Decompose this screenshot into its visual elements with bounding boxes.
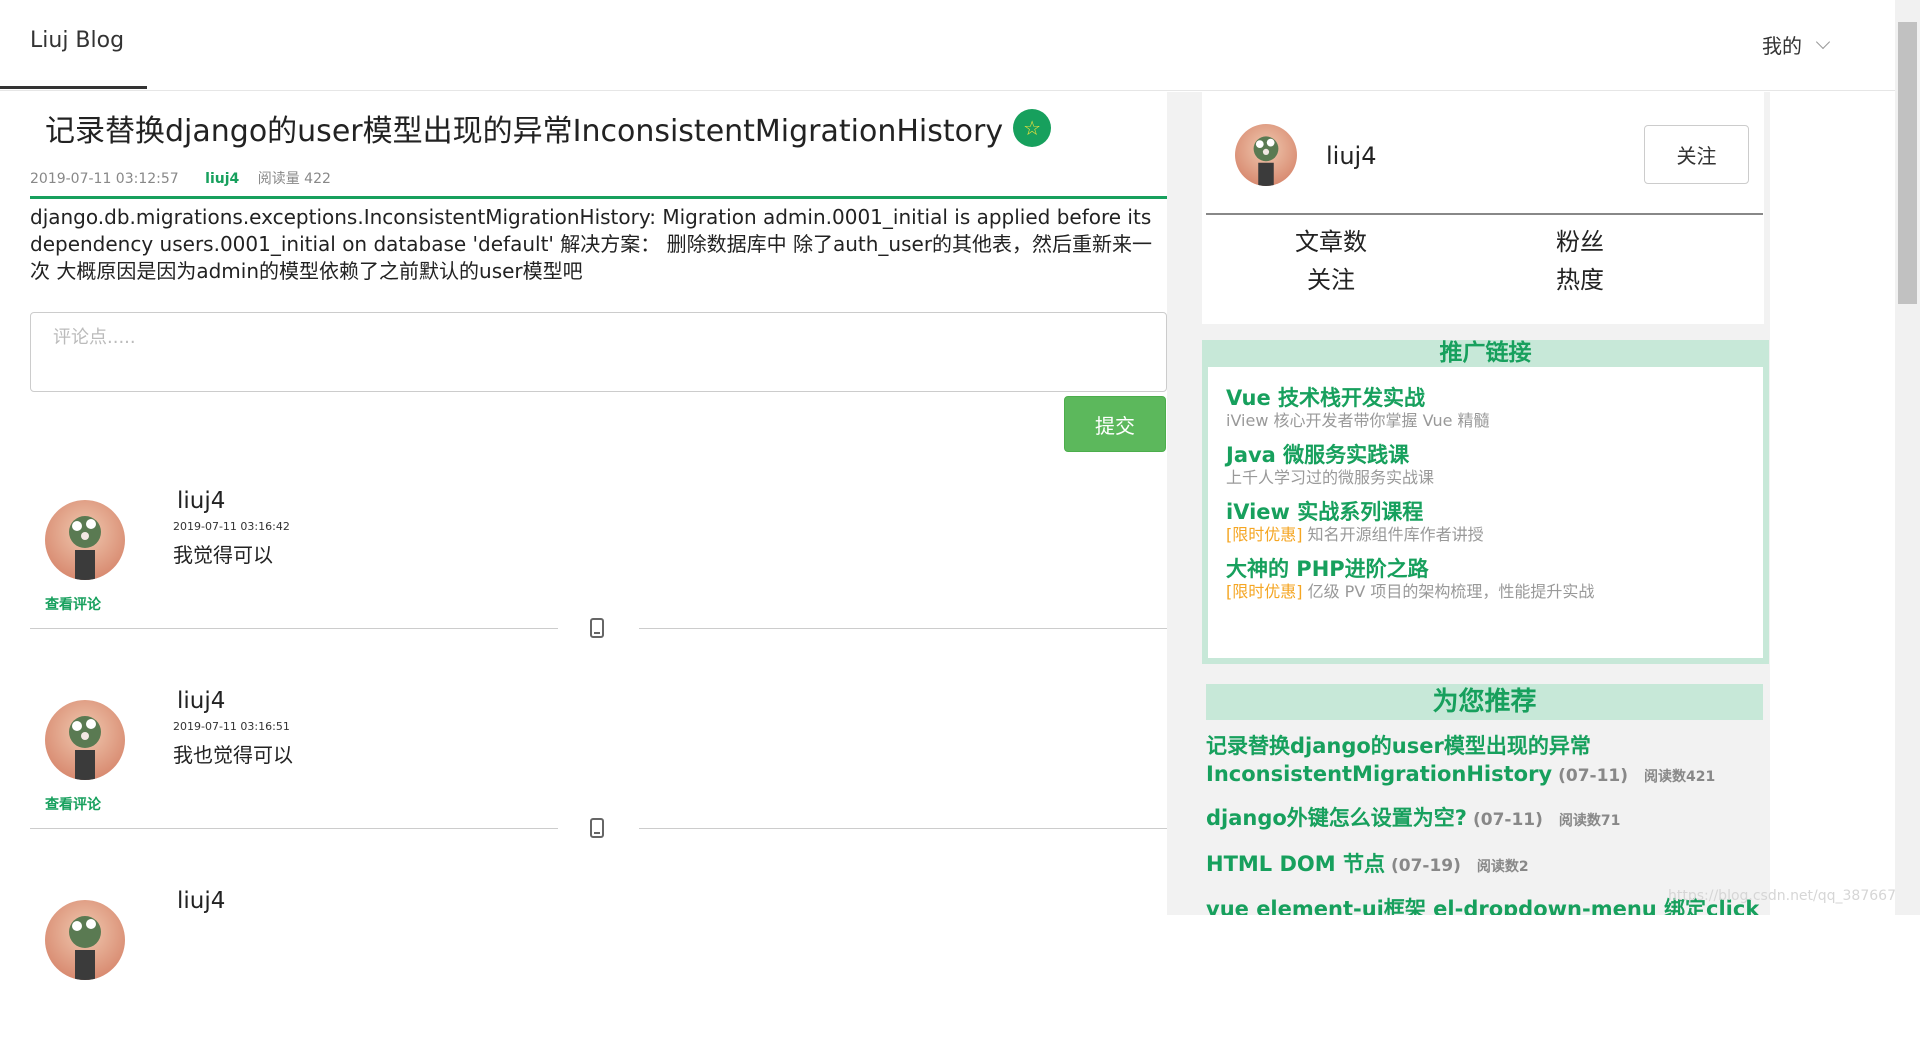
title-divider bbox=[30, 196, 1167, 199]
promo-links-panel: 推广链接 Vue 技术栈开发实战 iView 核心开发者带你掌握 Vue 精髓 … bbox=[1202, 340, 1769, 664]
recommend-reads: 阅读数2 bbox=[1476, 859, 1529, 875]
recommend-title[interactable]: django外键怎么设置为空? bbox=[1206, 806, 1467, 830]
promo-link[interactable]: 大神的 PHP进阶之路 bbox=[1226, 556, 1745, 582]
promo-item: Vue 技术栈开发实战 iView 核心开发者带你掌握 Vue 精髓 bbox=[1226, 385, 1745, 431]
avatar bbox=[45, 500, 125, 580]
promo-tag: [限时优惠] bbox=[1226, 582, 1303, 601]
user-dropdown-label: 我的 bbox=[1762, 34, 1802, 58]
recommend-item[interactable]: HTML DOM 节点 (07-19) 阅读数2 bbox=[1206, 850, 1763, 878]
promo-desc: 上千人学习过的微服务实战课 bbox=[1226, 468, 1435, 487]
active-nav-underline bbox=[0, 86, 147, 89]
recommend-date: (07-11) bbox=[1558, 766, 1629, 786]
avatar bbox=[1235, 124, 1297, 186]
promo-desc: [限时优惠] 亿级 PV 项目的架构梳理，性能提升实战 bbox=[1226, 582, 1595, 601]
divider bbox=[639, 828, 1167, 829]
stat-following: 关注 bbox=[1307, 266, 1355, 294]
user-dropdown[interactable]: 我的 bbox=[1762, 30, 1831, 59]
comment-input[interactable] bbox=[30, 312, 1167, 392]
star-icon[interactable]: ☆ bbox=[1013, 109, 1052, 147]
scrollbar-thumb[interactable] bbox=[1898, 22, 1917, 304]
article-date: 2019-07-11 03:12:57 bbox=[30, 171, 179, 187]
promo-heading: 推广链接 bbox=[1439, 340, 1532, 366]
comment-text: 我也觉得可以 bbox=[173, 743, 293, 767]
divider bbox=[639, 628, 1167, 629]
recommend-title[interactable]: HTML DOM 节点 bbox=[1206, 852, 1385, 876]
promo-tag: [限时优惠] bbox=[1226, 525, 1303, 544]
view-comments-link[interactable]: 查看评论 bbox=[45, 594, 101, 614]
promo-link[interactable]: Java 微服务实践课 bbox=[1226, 442, 1745, 468]
recommend-reads: 阅读数421 bbox=[1644, 769, 1716, 785]
recommend-title[interactable]: 记录替换django的user模型出现的异常InconsistentMigrat… bbox=[1206, 734, 1591, 786]
comment-item: liuj4 2019-07-11 03:16:51 我也觉得可以 查看评论 bbox=[30, 682, 1167, 842]
article-reads: 阅读量 422 bbox=[257, 171, 331, 187]
promo-item: 大神的 PHP进阶之路 [限时优惠] 亿级 PV 项目的架构梳理，性能提升实战 bbox=[1226, 556, 1745, 602]
chevron-down-icon bbox=[1815, 34, 1831, 49]
top-navbar: Liuj Blog 我的 bbox=[0, 0, 1895, 91]
article-content: django.db.migrations.exceptions.Inconsis… bbox=[30, 205, 1153, 283]
divider bbox=[30, 828, 558, 829]
comment-item: liuj4 2019-07-11 03:16:42 我觉得可以 查看评论 bbox=[30, 482, 1167, 642]
stat-popularity: 热度 bbox=[1556, 266, 1604, 294]
recommend-item[interactable]: django外键怎么设置为空? (07-11) 阅读数71 bbox=[1206, 804, 1763, 832]
recommend-item[interactable]: 记录替换django的user模型出现的异常InconsistentMigrat… bbox=[1206, 732, 1763, 788]
divider bbox=[1206, 213, 1763, 215]
comment-author[interactable]: liuj4 bbox=[177, 488, 225, 514]
article-author[interactable]: liuj4 bbox=[205, 171, 239, 187]
comment-author[interactable]: liuj4 bbox=[177, 688, 225, 714]
watermark: https://blog.csdn.net/qq_38766780 bbox=[1668, 888, 1914, 904]
mobile-icon bbox=[590, 618, 604, 638]
promo-item: Java 微服务实践课 上千人学习过的微服务实战课 bbox=[1226, 442, 1745, 488]
submit-comment-button[interactable]: 提交 bbox=[1064, 396, 1166, 452]
comment-time: 2019-07-11 03:16:42 bbox=[173, 520, 290, 533]
avatar bbox=[45, 900, 125, 980]
promo-desc: [限时优惠] 知名开源组件库作者讲授 bbox=[1226, 525, 1484, 544]
promo-list: Vue 技术栈开发实战 iView 核心开发者带你掌握 Vue 精髓 Java … bbox=[1208, 367, 1763, 658]
divider bbox=[30, 628, 558, 629]
promo-desc: iView 核心开发者带你掌握 Vue 精髓 bbox=[1226, 411, 1490, 430]
recommend-date: (07-11) bbox=[1473, 810, 1543, 830]
article-meta: 2019-07-11 03:12:57 liuj4 阅读量 422 bbox=[30, 168, 331, 188]
comment-author[interactable]: liuj4 bbox=[177, 888, 225, 914]
promo-link[interactable]: Vue 技术栈开发实战 bbox=[1226, 385, 1745, 411]
mobile-icon bbox=[590, 818, 604, 838]
stat-articles: 文章数 bbox=[1295, 228, 1367, 256]
comment-time: 2019-07-11 03:16:51 bbox=[173, 720, 290, 733]
article-title-text: 记录替换django的user模型出现的异常InconsistentMigrat… bbox=[45, 114, 1004, 149]
stat-followers: 粉丝 bbox=[1556, 228, 1604, 256]
comment-text: 我觉得可以 bbox=[173, 543, 273, 567]
avatar bbox=[45, 700, 125, 780]
recommend-reads: 阅读数71 bbox=[1558, 813, 1621, 829]
promo-item: iView 实战系列课程 [限时优惠] 知名开源组件库作者讲授 bbox=[1226, 499, 1745, 545]
recommend-date: (07-19) bbox=[1390, 856, 1461, 876]
comment-item: liuj4 bbox=[30, 882, 1167, 1042]
scrollbar[interactable] bbox=[1895, 0, 1920, 915]
follow-button[interactable]: 关注 bbox=[1644, 125, 1749, 184]
brand-logo-text[interactable]: Liuj Blog bbox=[30, 28, 124, 53]
recommend-heading: 为您推荐 bbox=[1206, 684, 1763, 720]
view-comments-link[interactable]: 查看评论 bbox=[45, 794, 101, 814]
author-profile-card: liuj4 关注 文章数 粉丝 关注 热度 bbox=[1202, 92, 1764, 324]
profile-name: liuj4 bbox=[1326, 142, 1377, 170]
article-title: 记录替换django的user模型出现的异常InconsistentMigrat… bbox=[45, 106, 1052, 150]
promo-link[interactable]: iView 实战系列课程 bbox=[1226, 499, 1745, 525]
